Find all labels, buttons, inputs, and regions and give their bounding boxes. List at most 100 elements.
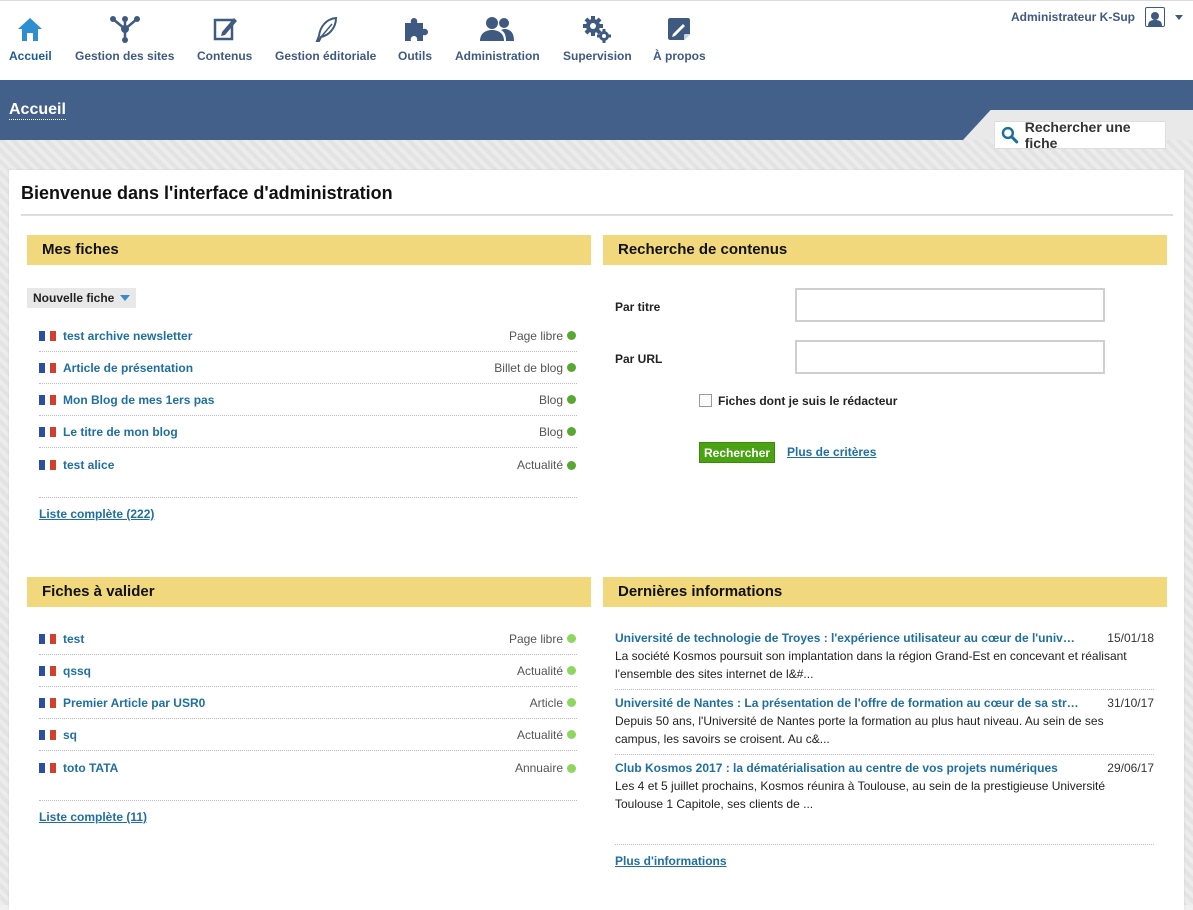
nav-item-a-propos[interactable]: À propos bbox=[653, 15, 706, 63]
rechercher-button[interactable]: Rechercher bbox=[699, 442, 776, 463]
fiche-link[interactable]: qssq bbox=[63, 664, 91, 678]
fiche-link[interactable]: sq bbox=[63, 728, 77, 742]
status-dot-icon bbox=[567, 395, 576, 404]
divider bbox=[39, 800, 577, 801]
fiche-type: Blog bbox=[538, 424, 563, 439]
nav-label: À propos bbox=[653, 49, 706, 63]
sitemap-icon bbox=[109, 16, 140, 43]
news-description: Depuis 50 ans, l'Université de Nantes po… bbox=[615, 714, 1104, 746]
panel-header-fiches-valider: Fiches à valider bbox=[27, 577, 591, 607]
flag-fr-icon bbox=[39, 426, 57, 437]
nav-item-accueil[interactable]: Accueil bbox=[9, 15, 52, 63]
news-date: 29/06/17 bbox=[1107, 761, 1154, 775]
divider bbox=[615, 844, 1154, 845]
list-item: test Page libre bbox=[39, 623, 577, 655]
fiche-type: Page libre bbox=[508, 328, 563, 343]
panel-header-mes-fiches: Mes fiches bbox=[27, 235, 591, 265]
users-icon bbox=[480, 17, 515, 41]
nav-item-outils[interactable]: Outils bbox=[398, 15, 432, 63]
panel-header-recherche: Recherche de contenus bbox=[603, 235, 1167, 265]
list-item: toto TATA Annuaire bbox=[39, 751, 577, 785]
flag-fr-icon bbox=[39, 665, 57, 676]
nav-label: Outils bbox=[398, 49, 433, 63]
list-item: qssq Actualité bbox=[39, 655, 577, 687]
news-title-link[interactable]: Université de technologie de Troyes : l'… bbox=[615, 629, 1080, 647]
status-dot-icon bbox=[567, 363, 576, 372]
divider bbox=[39, 497, 577, 498]
flag-fr-icon bbox=[39, 362, 57, 373]
flag-fr-icon bbox=[39, 394, 57, 405]
nav-label: Supervision bbox=[563, 49, 632, 63]
fiche-link[interactable]: Premier Article par USR0 bbox=[63, 696, 205, 710]
feather-icon bbox=[315, 16, 337, 42]
list-item: Article de présentation Billet de blog bbox=[39, 352, 577, 384]
fiche-type: Annuaire bbox=[514, 761, 563, 775]
status-dot-icon bbox=[567, 763, 576, 773]
fiche-link[interactable]: test alice bbox=[63, 458, 114, 472]
panel-header-infos: Dernières informations bbox=[603, 577, 1167, 607]
fiche-link[interactable]: Le titre de mon blog bbox=[63, 425, 178, 439]
search-fiche-label: Rechercher une fiche bbox=[1024, 119, 1131, 151]
fiche-link[interactable]: test bbox=[63, 632, 84, 646]
search-icon bbox=[1001, 126, 1019, 144]
flag-fr-icon bbox=[39, 763, 57, 773]
chevron-down-icon bbox=[1175, 14, 1183, 20]
search-fiche-button[interactable]: Rechercher une fiche bbox=[994, 119, 1166, 151]
flag-fr-icon bbox=[39, 729, 57, 740]
news-date: 31/10/17 bbox=[1107, 696, 1154, 710]
news-item: Université de Nantes : La présentation d… bbox=[615, 690, 1154, 755]
user-menu[interactable]: Administrateur K-Sup bbox=[1011, 7, 1183, 27]
nav-label: Accueil bbox=[9, 49, 52, 63]
puzzle-icon bbox=[405, 18, 428, 41]
top-navigation: Accueil Gestion des sites Contenus Gesti… bbox=[0, 0, 1193, 80]
mes-fiches-list: test archive newsletter Page libre Artic… bbox=[39, 320, 577, 482]
flag-fr-icon bbox=[39, 460, 57, 470]
nav-item-administration[interactable]: Administration bbox=[455, 15, 540, 63]
par-url-label: Par URL bbox=[615, 352, 663, 366]
redacteur-checkbox[interactable] bbox=[699, 394, 712, 407]
plus-informations-link[interactable]: Plus d'informations bbox=[615, 854, 727, 868]
status-dot-icon bbox=[567, 698, 576, 707]
status-dot-icon bbox=[567, 427, 576, 436]
fiche-link[interactable]: Article de présentation bbox=[63, 361, 193, 375]
fiches-valider-list: test Page libre qssq Actualité Premier A… bbox=[39, 623, 577, 785]
plus-criteres-link[interactable]: Plus de critères bbox=[787, 445, 876, 459]
new-fiche-dropdown[interactable]: Nouvelle fiche bbox=[27, 288, 137, 308]
url-input[interactable] bbox=[795, 340, 1105, 374]
fiches-valider-full-list-link[interactable]: Liste complète (11) bbox=[39, 810, 147, 824]
news-item: Université de technologie de Troyes : l'… bbox=[615, 625, 1154, 690]
page-title[interactable]: Accueil bbox=[9, 101, 66, 120]
titre-input[interactable] bbox=[795, 288, 1105, 322]
status-dot-icon bbox=[567, 460, 576, 470]
new-fiche-label: Nouvelle fiche bbox=[33, 291, 115, 305]
status-dot-icon bbox=[567, 331, 576, 340]
caret-down-icon bbox=[120, 295, 131, 301]
mes-fiches-full-list-link[interactable]: Liste complète (222) bbox=[39, 507, 154, 521]
nav-label: Administration bbox=[455, 49, 540, 63]
news-title-link[interactable]: Université de Nantes : La présentation d… bbox=[615, 694, 1080, 712]
gears-icon bbox=[583, 16, 612, 43]
list-item: Mon Blog de mes 1ers pas Blog bbox=[39, 384, 577, 416]
news-title-link[interactable]: Club Kosmos 2017 : la dématérialisation … bbox=[615, 759, 1080, 777]
list-item: Premier Article par USR0 Article bbox=[39, 687, 577, 719]
fiche-type: Actualité bbox=[516, 663, 563, 678]
flag-fr-icon bbox=[39, 697, 57, 708]
fiche-type: Actualité bbox=[516, 458, 563, 472]
par-titre-label: Par titre bbox=[615, 300, 661, 314]
fiche-link[interactable]: test archive newsletter bbox=[63, 329, 192, 343]
welcome-heading: Bienvenue dans l'interface d'administrat… bbox=[21, 183, 393, 203]
list-item: sq Actualité bbox=[39, 719, 577, 751]
list-item: test archive newsletter Page libre bbox=[39, 320, 577, 352]
fiche-type: Actualité bbox=[516, 727, 563, 742]
nav-item-contenus[interactable]: Contenus bbox=[197, 15, 252, 63]
user-avatar-icon bbox=[1145, 7, 1165, 27]
nav-item-gestion-editoriale[interactable]: Gestion éditoriale bbox=[275, 15, 376, 63]
fiche-type: Page libre bbox=[508, 631, 563, 646]
nav-item-gestion-sites[interactable]: Gestion des sites bbox=[75, 15, 174, 63]
fiche-link[interactable]: Mon Blog de mes 1ers pas bbox=[63, 393, 214, 407]
fiche-link[interactable]: toto TATA bbox=[63, 761, 118, 775]
nav-item-supervision[interactable]: Supervision bbox=[563, 15, 632, 63]
flag-fr-icon bbox=[39, 330, 57, 341]
info-icon bbox=[668, 18, 691, 40]
user-name: Administrateur K-Sup bbox=[1010, 10, 1135, 24]
